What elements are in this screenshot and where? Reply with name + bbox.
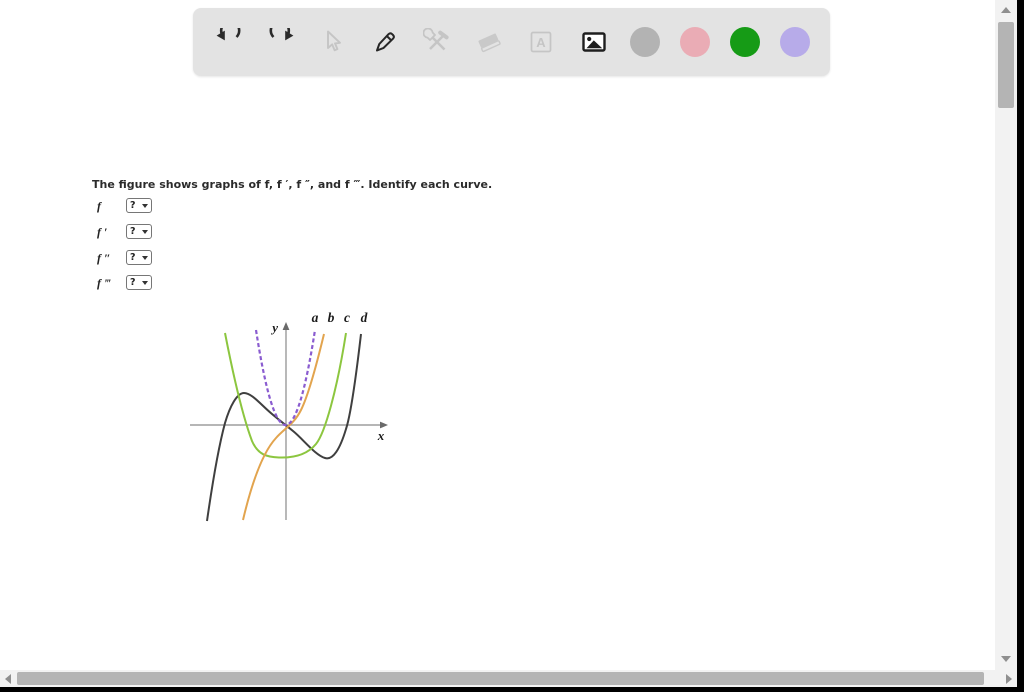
scroll-left-icon[interactable] (5, 673, 11, 684)
color-swatch-lavender[interactable] (779, 27, 810, 57)
tools-icon[interactable] (421, 26, 453, 58)
answer-dropdown-f-double-prime[interactable]: ? (126, 250, 152, 265)
color-swatch-pink[interactable] (679, 27, 710, 57)
x-axis-label: x (377, 428, 385, 443)
drawing-toolbar: A (193, 8, 830, 76)
eraser-icon[interactable] (473, 26, 505, 58)
right-black-border (1017, 0, 1024, 692)
horizontal-scrollbar-thumb[interactable] (17, 672, 984, 685)
scroll-right-icon[interactable] (1006, 673, 1012, 684)
answer-dropdown-f-triple-prime[interactable]: ? (126, 275, 152, 290)
answer-label-f: f (97, 199, 101, 213)
answer-dropdown-f[interactable]: ? (126, 198, 152, 213)
text-tool-icon[interactable]: A (525, 26, 557, 58)
curve-label-a: a (312, 310, 319, 325)
dropdown-value: ? (130, 225, 136, 237)
chevron-down-icon (142, 255, 148, 260)
dropdown-value: ? (130, 199, 136, 211)
dropdown-value: ? (130, 251, 136, 263)
whiteboard-canvas[interactable]: A The figure shows graphs of f, f ′, f ″… (0, 0, 1024, 692)
chevron-down-icon (142, 229, 148, 234)
y-axis-label: y (270, 320, 278, 335)
curve-b (242, 333, 325, 521)
answer-label-f-triple-prime: f ‴ (97, 276, 111, 290)
image-tool-icon[interactable] (578, 26, 610, 58)
scroll-down-icon[interactable] (1001, 656, 1011, 662)
redo-icon[interactable] (265, 26, 297, 58)
curves-figure: y x a b c d (190, 310, 388, 522)
question-text: The figure shows graphs of f, f ′, f ″, … (92, 178, 493, 191)
y-axis-arrow (282, 322, 290, 330)
pen-icon[interactable] (369, 26, 401, 58)
chevron-down-icon (142, 280, 148, 285)
curve-label-b: b (328, 310, 335, 325)
vertical-scrollbar-thumb[interactable] (998, 22, 1014, 108)
scroll-up-icon[interactable] (1001, 7, 1011, 13)
color-swatch-green[interactable] (729, 27, 760, 57)
curve-label-c: c (344, 310, 350, 325)
curve-label-d: d (361, 310, 368, 325)
cursor-icon[interactable] (317, 26, 349, 58)
undo-icon[interactable] (213, 26, 245, 58)
text-tool-glyph: A (537, 35, 547, 50)
answer-dropdown-f-prime[interactable]: ? (126, 224, 152, 239)
answer-label-f-prime: f ′ (97, 225, 108, 239)
bottom-black-border (0, 687, 1024, 692)
chevron-down-icon (142, 203, 148, 208)
color-swatch-gray[interactable] (629, 27, 660, 57)
answer-label-f-double-prime: f ″ (97, 251, 111, 265)
dropdown-value: ? (130, 276, 136, 288)
